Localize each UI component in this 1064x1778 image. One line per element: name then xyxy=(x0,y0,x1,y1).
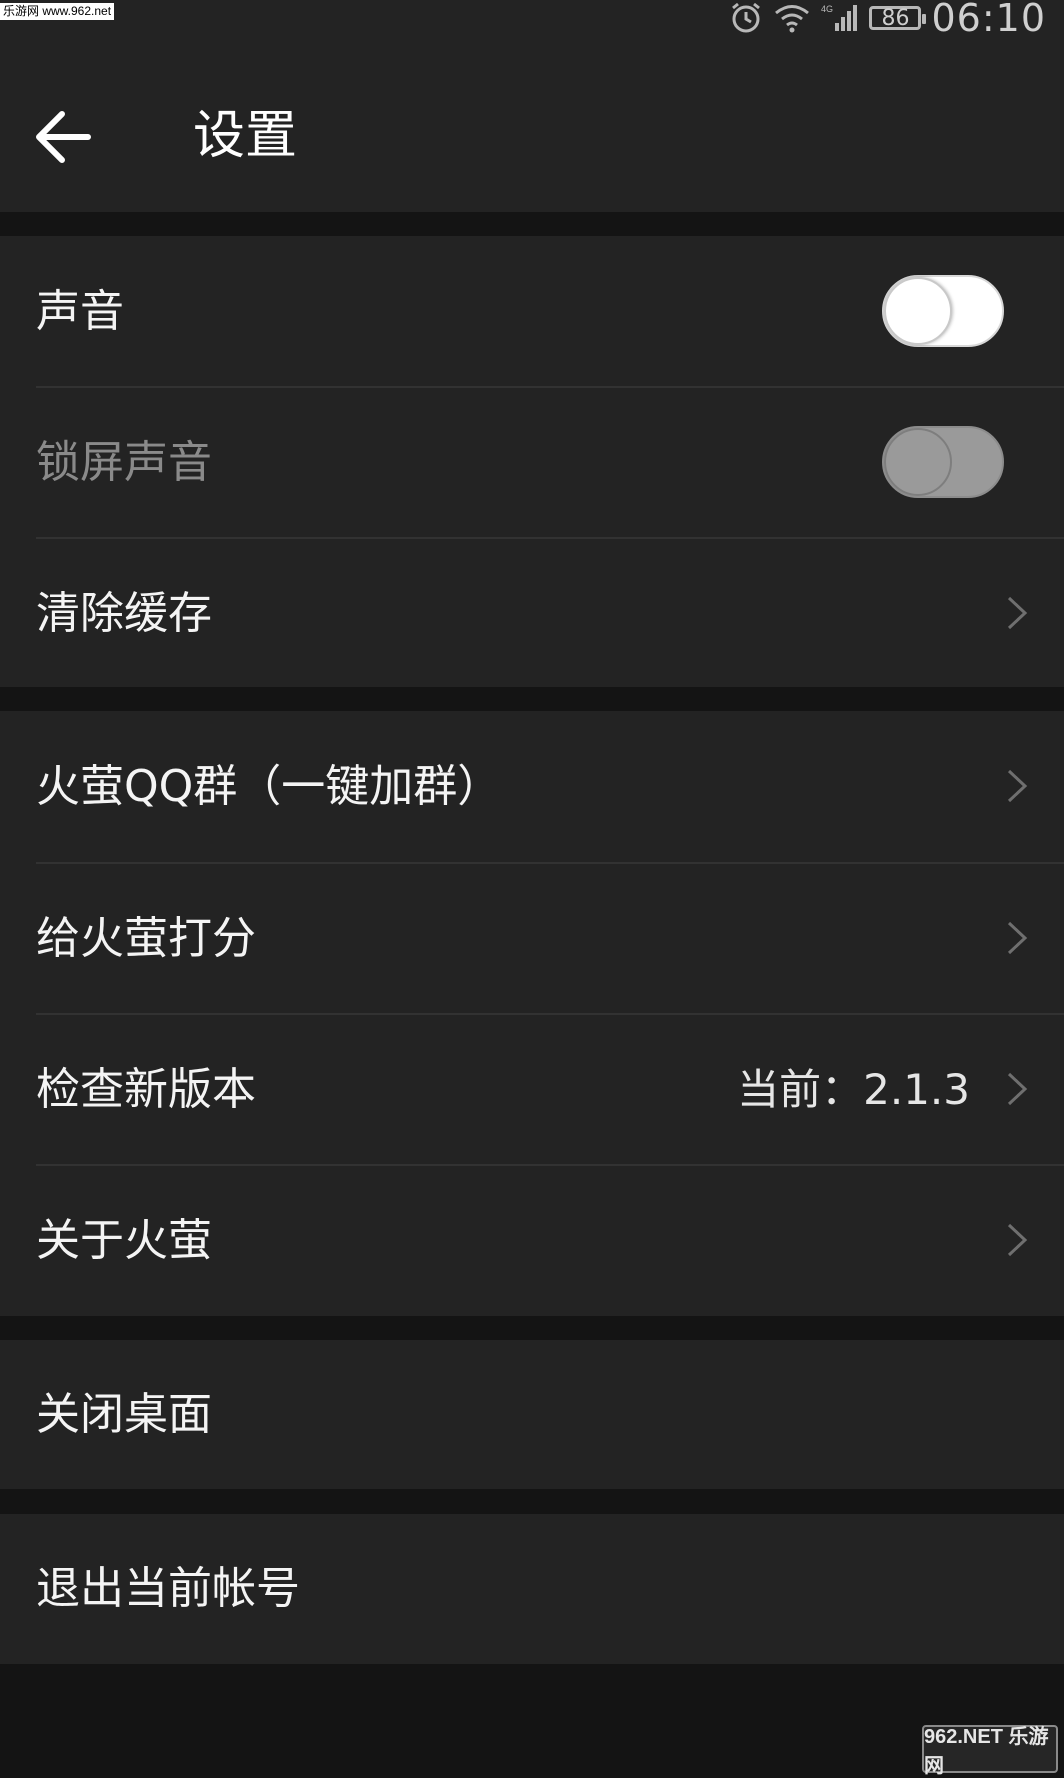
alarm-icon xyxy=(732,2,761,33)
status-icons: 4G 86 06:10 xyxy=(729,0,1046,40)
settings-group-audio: 声音 锁屏声音 清除缓存 xyxy=(0,236,1064,687)
watermark-logo: 962.NET 乐游网 xyxy=(922,1725,1058,1777)
lock-screen-sound-row[interactable]: 锁屏声音 xyxy=(0,387,1064,538)
settings-group-account: 退出当前帐号 xyxy=(0,1514,1064,1664)
about-label: 关于火萤 xyxy=(36,1215,212,1266)
sound-toggle[interactable] xyxy=(882,275,1004,347)
settings-group-desktop: 关闭桌面 xyxy=(0,1340,1064,1489)
watermark-text: 962.NET 乐游网 xyxy=(924,1726,1049,1777)
signal-icon: 4G xyxy=(821,4,858,31)
battery-level: 86 xyxy=(881,5,910,31)
app-bar: 设置 xyxy=(0,50,1064,212)
qq-group-row[interactable]: 火萤QQ群（一键加群） xyxy=(0,711,1064,862)
check-update-row[interactable]: 检查新版本 当前：2.1.3 xyxy=(0,1014,1064,1165)
wifi-icon xyxy=(775,5,810,33)
lock-screen-sound-toggle[interactable] xyxy=(882,426,1004,498)
clear-cache-row[interactable]: 清除缓存 xyxy=(0,538,1064,689)
lock-screen-sound-label: 锁屏声音 xyxy=(36,437,212,488)
close-desktop-row[interactable]: 关闭桌面 xyxy=(0,1340,1064,1489)
chevron-right-icon xyxy=(1007,921,1028,955)
page-title: 设置 xyxy=(193,106,298,166)
sound-row[interactable]: 声音 xyxy=(0,236,1064,387)
chevron-right-icon xyxy=(1007,1223,1028,1257)
settings-group-about: 火萤QQ群（一键加群） 给火萤打分 检查新版本 当前：2.1.3 关于火萤 xyxy=(0,711,1064,1316)
current-version: 当前：2.1.3 xyxy=(737,1065,970,1114)
close-desktop-label: 关闭桌面 xyxy=(36,1389,212,1440)
sound-label: 声音 xyxy=(36,286,124,337)
back-arrow-icon[interactable] xyxy=(30,102,100,172)
clock: 06:10 xyxy=(931,0,1046,40)
logout-row[interactable]: 退出当前帐号 xyxy=(0,1514,1064,1664)
toggle-knob xyxy=(884,277,952,345)
network-type-label: 4G xyxy=(821,4,833,14)
chevron-right-icon xyxy=(1007,1072,1028,1106)
qq-group-label: 火萤QQ群（一键加群） xyxy=(36,761,502,812)
status-bar: 乐游网 www.962.net 4G 86 06:10 xyxy=(0,0,1064,50)
toggle-knob xyxy=(884,428,952,496)
chevron-right-icon xyxy=(1007,769,1028,803)
rate-app-row[interactable]: 给火萤打分 xyxy=(0,863,1064,1014)
about-row[interactable]: 关于火萤 xyxy=(0,1165,1064,1316)
chevron-right-icon xyxy=(1007,596,1028,630)
logout-label: 退出当前帐号 xyxy=(36,1563,300,1614)
check-update-label: 检查新版本 xyxy=(36,1064,256,1115)
rate-app-label: 给火萤打分 xyxy=(36,913,256,964)
battery-icon: 86 xyxy=(869,5,927,31)
clear-cache-label: 清除缓存 xyxy=(36,588,212,639)
watermark-badge: 乐游网 www.962.net xyxy=(0,3,115,20)
